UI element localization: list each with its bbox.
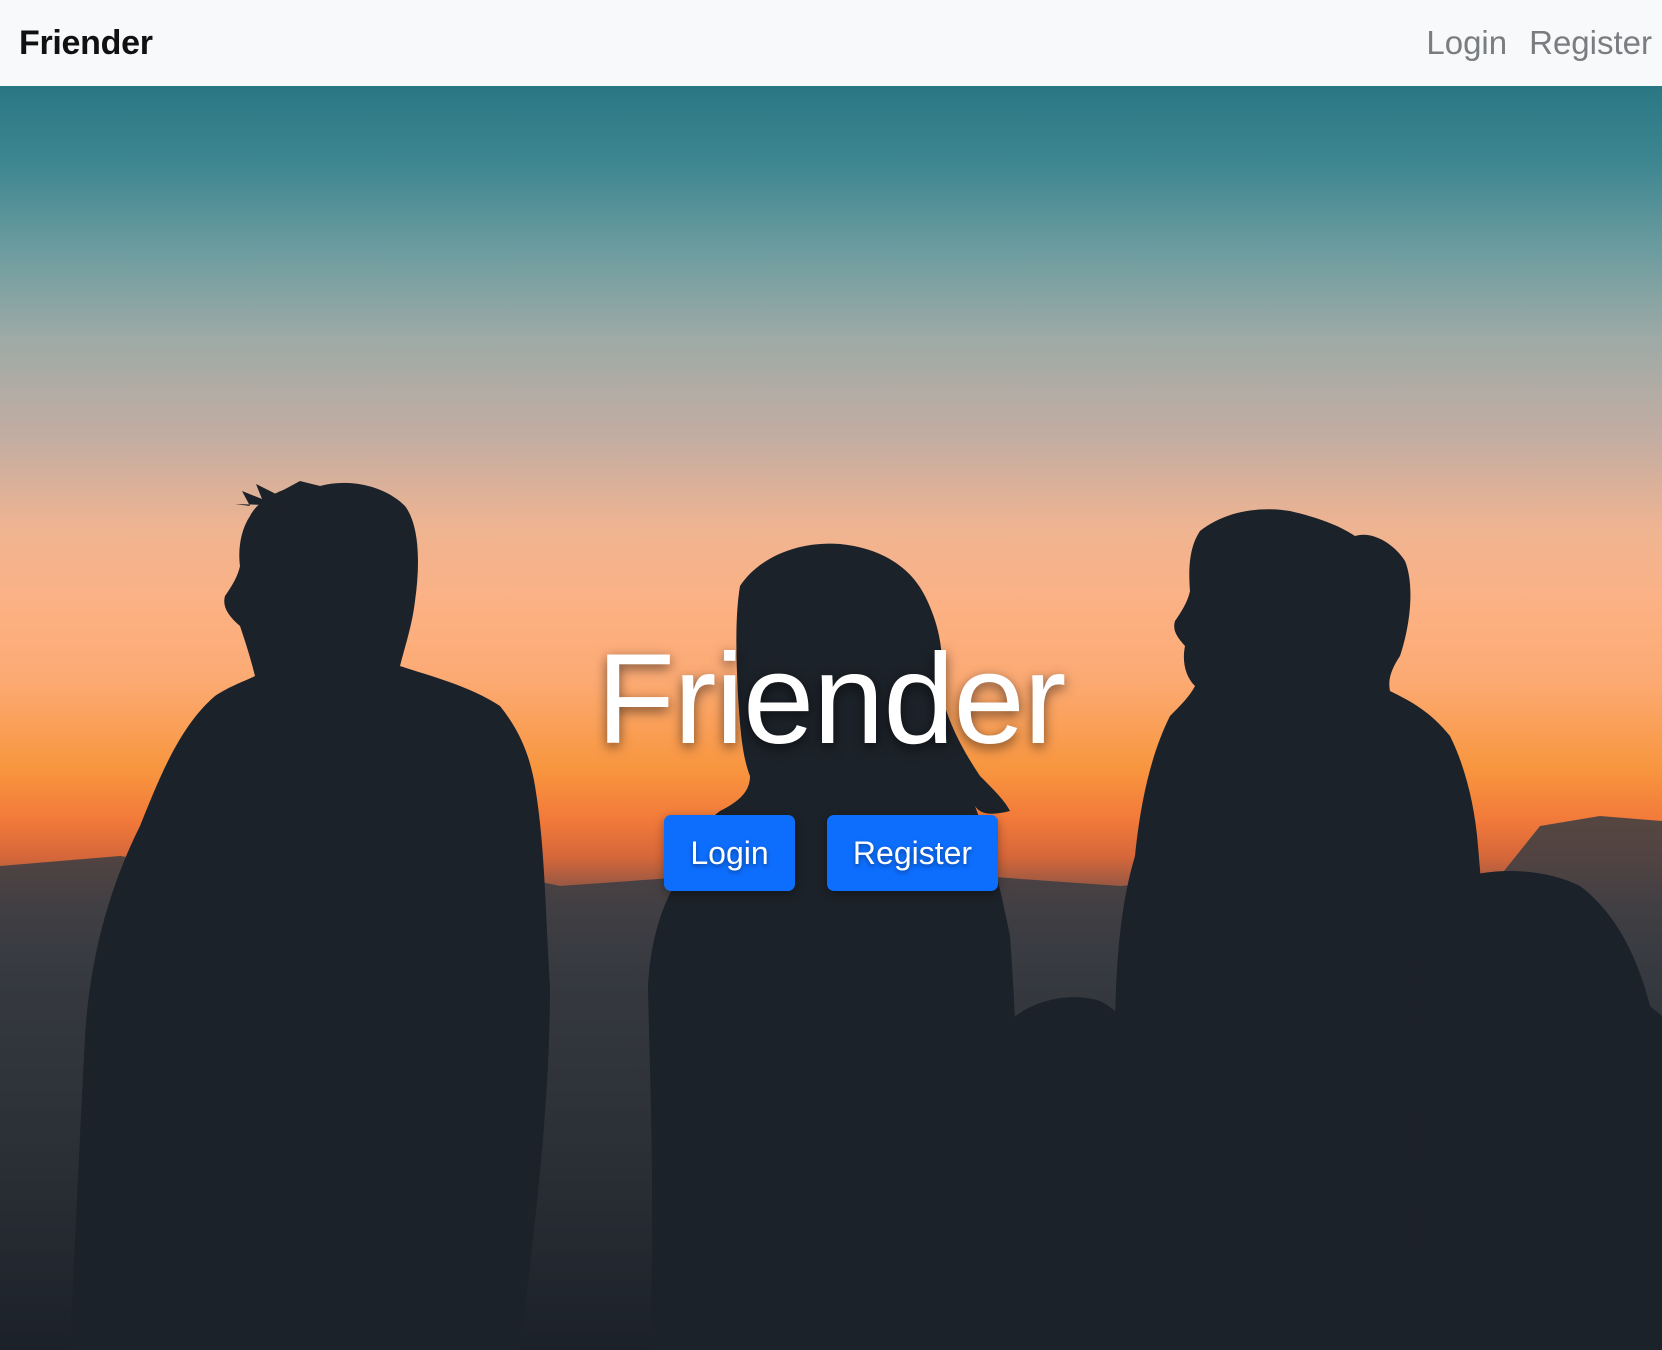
hero-content: Friender Login Register [0,86,1662,1350]
register-button[interactable]: Register [827,815,998,891]
brand-link[interactable]: Friender [19,24,153,63]
hero-buttons: Login Register [0,815,1662,891]
hero-section: Friender Login Register [0,86,1662,1350]
hero-title: Friender [596,628,1067,771]
nav-links: Login Register [1426,24,1652,62]
nav-register-link[interactable]: Register [1529,24,1652,62]
navbar: Friender Login Register [0,0,1662,86]
nav-login-link[interactable]: Login [1426,24,1507,62]
login-button[interactable]: Login [664,815,795,891]
